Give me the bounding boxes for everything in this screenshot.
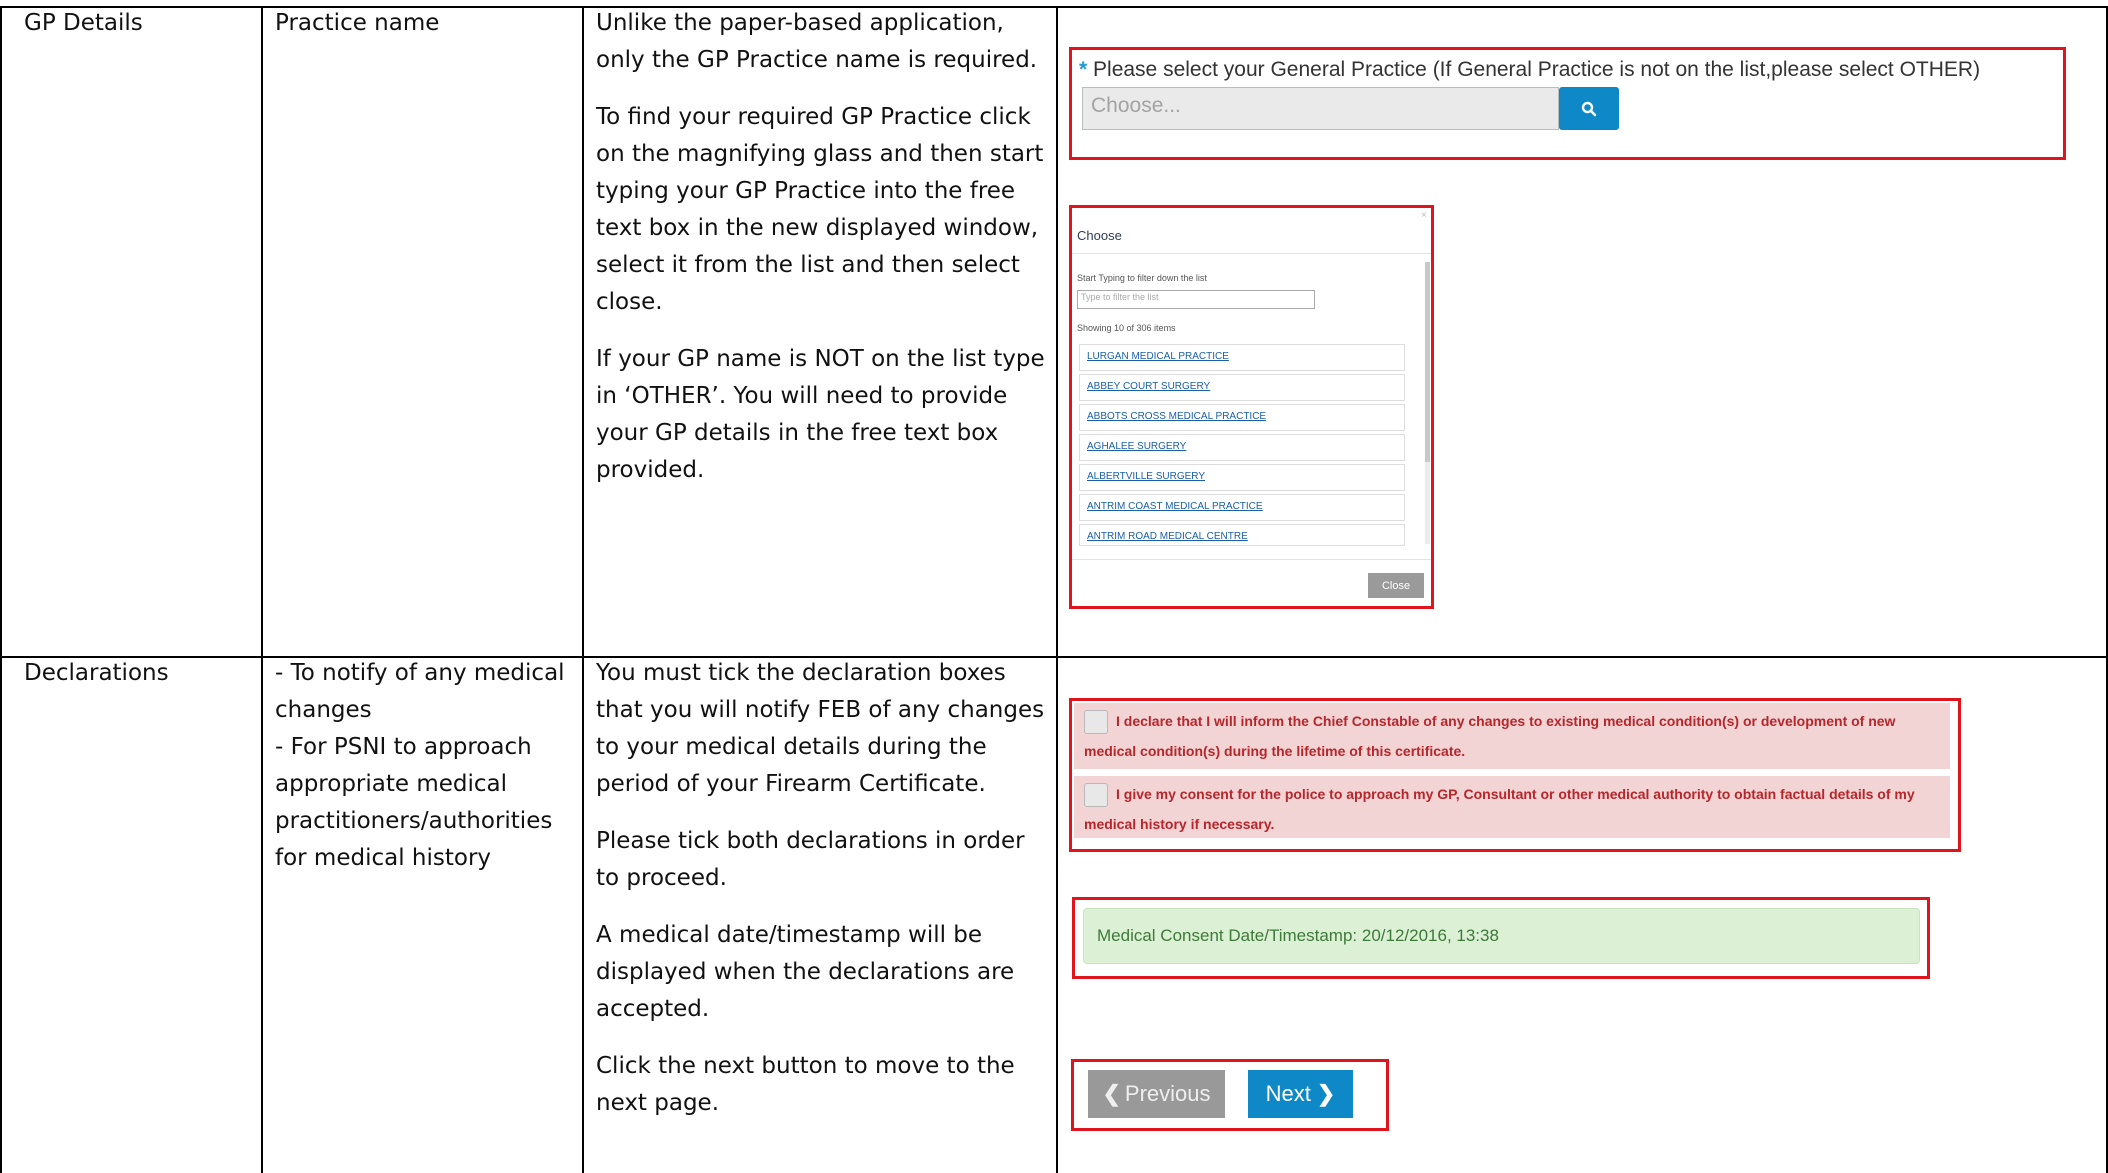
table-border-left [0,6,2,1173]
modal-list-item[interactable]: AGHALEE SURGERY [1079,434,1405,461]
next-label: Next [1265,1081,1311,1106]
row-declarations-section: Declarations [24,660,169,686]
modal-filter-label: Start Typing to filter down the list [1077,273,1207,283]
modal-header-divider [1072,253,1431,254]
modal-footer-divider [1072,559,1431,560]
table-col-divider-3 [1056,6,1058,1173]
modal-list-item[interactable]: ANTRIM COAST MEDICAL PRACTICE [1079,494,1405,521]
row-declarations-field: - To notify of any medical changes - For… [275,655,575,877]
declarations-guidance-paragraph: Click the next button to move to the nex… [596,1053,1015,1116]
row-gp-guidance: Unlike the paper-based application, only… [596,5,1048,509]
modal-filter-input[interactable]: Type to filter the list [1077,290,1315,309]
declaration-medical-changes[interactable]: I declare that I will inform the Chief C… [1074,703,1950,769]
row-gp-field: Practice name [275,10,440,36]
previous-label: Previous [1124,1081,1211,1106]
gp-select-input[interactable]: Choose... [1082,87,1559,130]
modal-scrollbar-track [1425,462,1430,544]
guide-table [0,0,2108,1173]
modal-list-item[interactable]: LURGAN MEDICAL PRACTICE [1079,344,1405,371]
search-icon [1581,101,1597,116]
modal-list-item[interactable]: ABBOTS CROSS MEDICAL PRACTICE [1079,404,1405,431]
declaration-consent[interactable]: I give my consent for the police to appr… [1074,776,1950,838]
gp-select-label: * Please select your General Practice (I… [1079,58,1980,82]
declaration-text: I give my consent for the police to appr… [1084,786,1915,832]
gp-select-label-text: Please select your General Practice (If … [1093,58,1981,81]
modal-list-item[interactable]: ALBERTVILLE SURGERY [1079,464,1405,491]
gp-guidance-paragraph: Unlike the paper-based application, only… [596,10,1038,73]
next-button[interactable]: Next ❯ [1248,1070,1353,1118]
consent-timestamp: Medical Consent Date/Timestamp: 20/12/20… [1083,908,1920,964]
gp-search-button[interactable] [1559,87,1619,130]
row-gp-section: GP Details [24,10,143,36]
declaration-checkbox[interactable] [1084,710,1108,735]
modal-title: Choose [1077,228,1122,243]
declaration-text: I declare that I will inform the Chief C… [1084,713,1896,759]
modal-item-count: Showing 10 of 306 items [1077,323,1176,333]
declarations-guidance-paragraph: Please tick both declarations in order t… [596,828,1025,891]
modal-close-button[interactable]: Close [1368,573,1424,598]
declaration-checkbox[interactable] [1084,783,1108,808]
modal-scrollbar[interactable] [1425,262,1430,462]
modal-list-item[interactable]: ABBEY COURT SURGERY [1079,374,1405,401]
table-col-divider-2 [582,6,584,1173]
modal-list-item[interactable]: ANTRIM ROAD MEDICAL CENTRE [1079,524,1405,546]
chevron-right-icon: ❯ [1316,1081,1336,1106]
row-declarations-guidance: You must tick the declaration boxes that… [596,655,1048,1142]
declarations-guidance-paragraph: You must tick the declaration boxes that… [596,660,1045,797]
modal-close-icon[interactable]: × [1421,210,1427,221]
declaration-purpose-line: - For PSNI to approach appropriate medic… [275,734,553,871]
gp-guidance-paragraph: If your GP name is NOT on the list type … [596,346,1045,483]
chevron-left-icon: ❮ [1102,1081,1121,1106]
required-marker: * [1079,58,1088,81]
declaration-purpose-line: - To notify of any medical changes [275,660,565,723]
previous-button[interactable]: ❮ Previous [1088,1070,1225,1118]
declarations-guidance-paragraph: A medical date/timestamp will be display… [596,922,1015,1022]
gp-guidance-paragraph: To find your required GP Practice click … [596,104,1044,315]
table-col-divider-1 [261,6,263,1173]
